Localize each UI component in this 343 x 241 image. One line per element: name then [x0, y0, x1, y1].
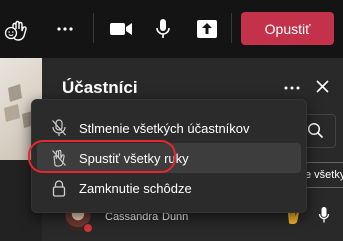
toolbar-divider: [231, 13, 232, 43]
more-icon: [284, 86, 300, 90]
more-options-button[interactable]: [52, 14, 78, 44]
menu-item-label: Zamknutie schôdze: [79, 180, 192, 196]
close-icon: [315, 79, 329, 93]
microphone-icon: [318, 207, 330, 223]
menu-item-label: Stlmenie všetkých účastníkov: [79, 120, 250, 136]
search-icon: [307, 122, 324, 139]
presence-indicator: [83, 223, 93, 233]
share-button[interactable]: [192, 14, 222, 44]
camera-icon: [110, 23, 132, 35]
raise-hand-button[interactable]: [2, 14, 32, 44]
leave-button[interactable]: Opustiť: [241, 12, 334, 45]
mute-mic-icon: [52, 119, 66, 136]
more-icon: [57, 27, 73, 31]
highlight-annotation-ring: [28, 140, 176, 173]
camera-button[interactable]: [106, 14, 136, 44]
close-panel-button[interactable]: [312, 76, 332, 96]
panel-title: Účastníci: [62, 78, 138, 97]
menu-item-lock-meeting[interactable]: Zamknutie schôdze: [37, 173, 301, 203]
share-icon: [197, 20, 217, 38]
raise-hand-icon: [4, 20, 27, 41]
meeting-toolbar: Opustiť: [0, 0, 343, 58]
microphone-button[interactable]: [150, 14, 176, 44]
toolbar-divider: [93, 13, 94, 43]
leave-button-label: Opustiť: [264, 20, 311, 37]
microphone-icon: [156, 19, 170, 38]
menu-item-mute-all[interactable]: Stlmenie všetkých účastníkov: [37, 113, 301, 143]
partial-button-label: e všetky: [305, 169, 343, 181]
panel-more-button[interactable]: [279, 78, 305, 98]
lock-icon: [52, 179, 66, 197]
